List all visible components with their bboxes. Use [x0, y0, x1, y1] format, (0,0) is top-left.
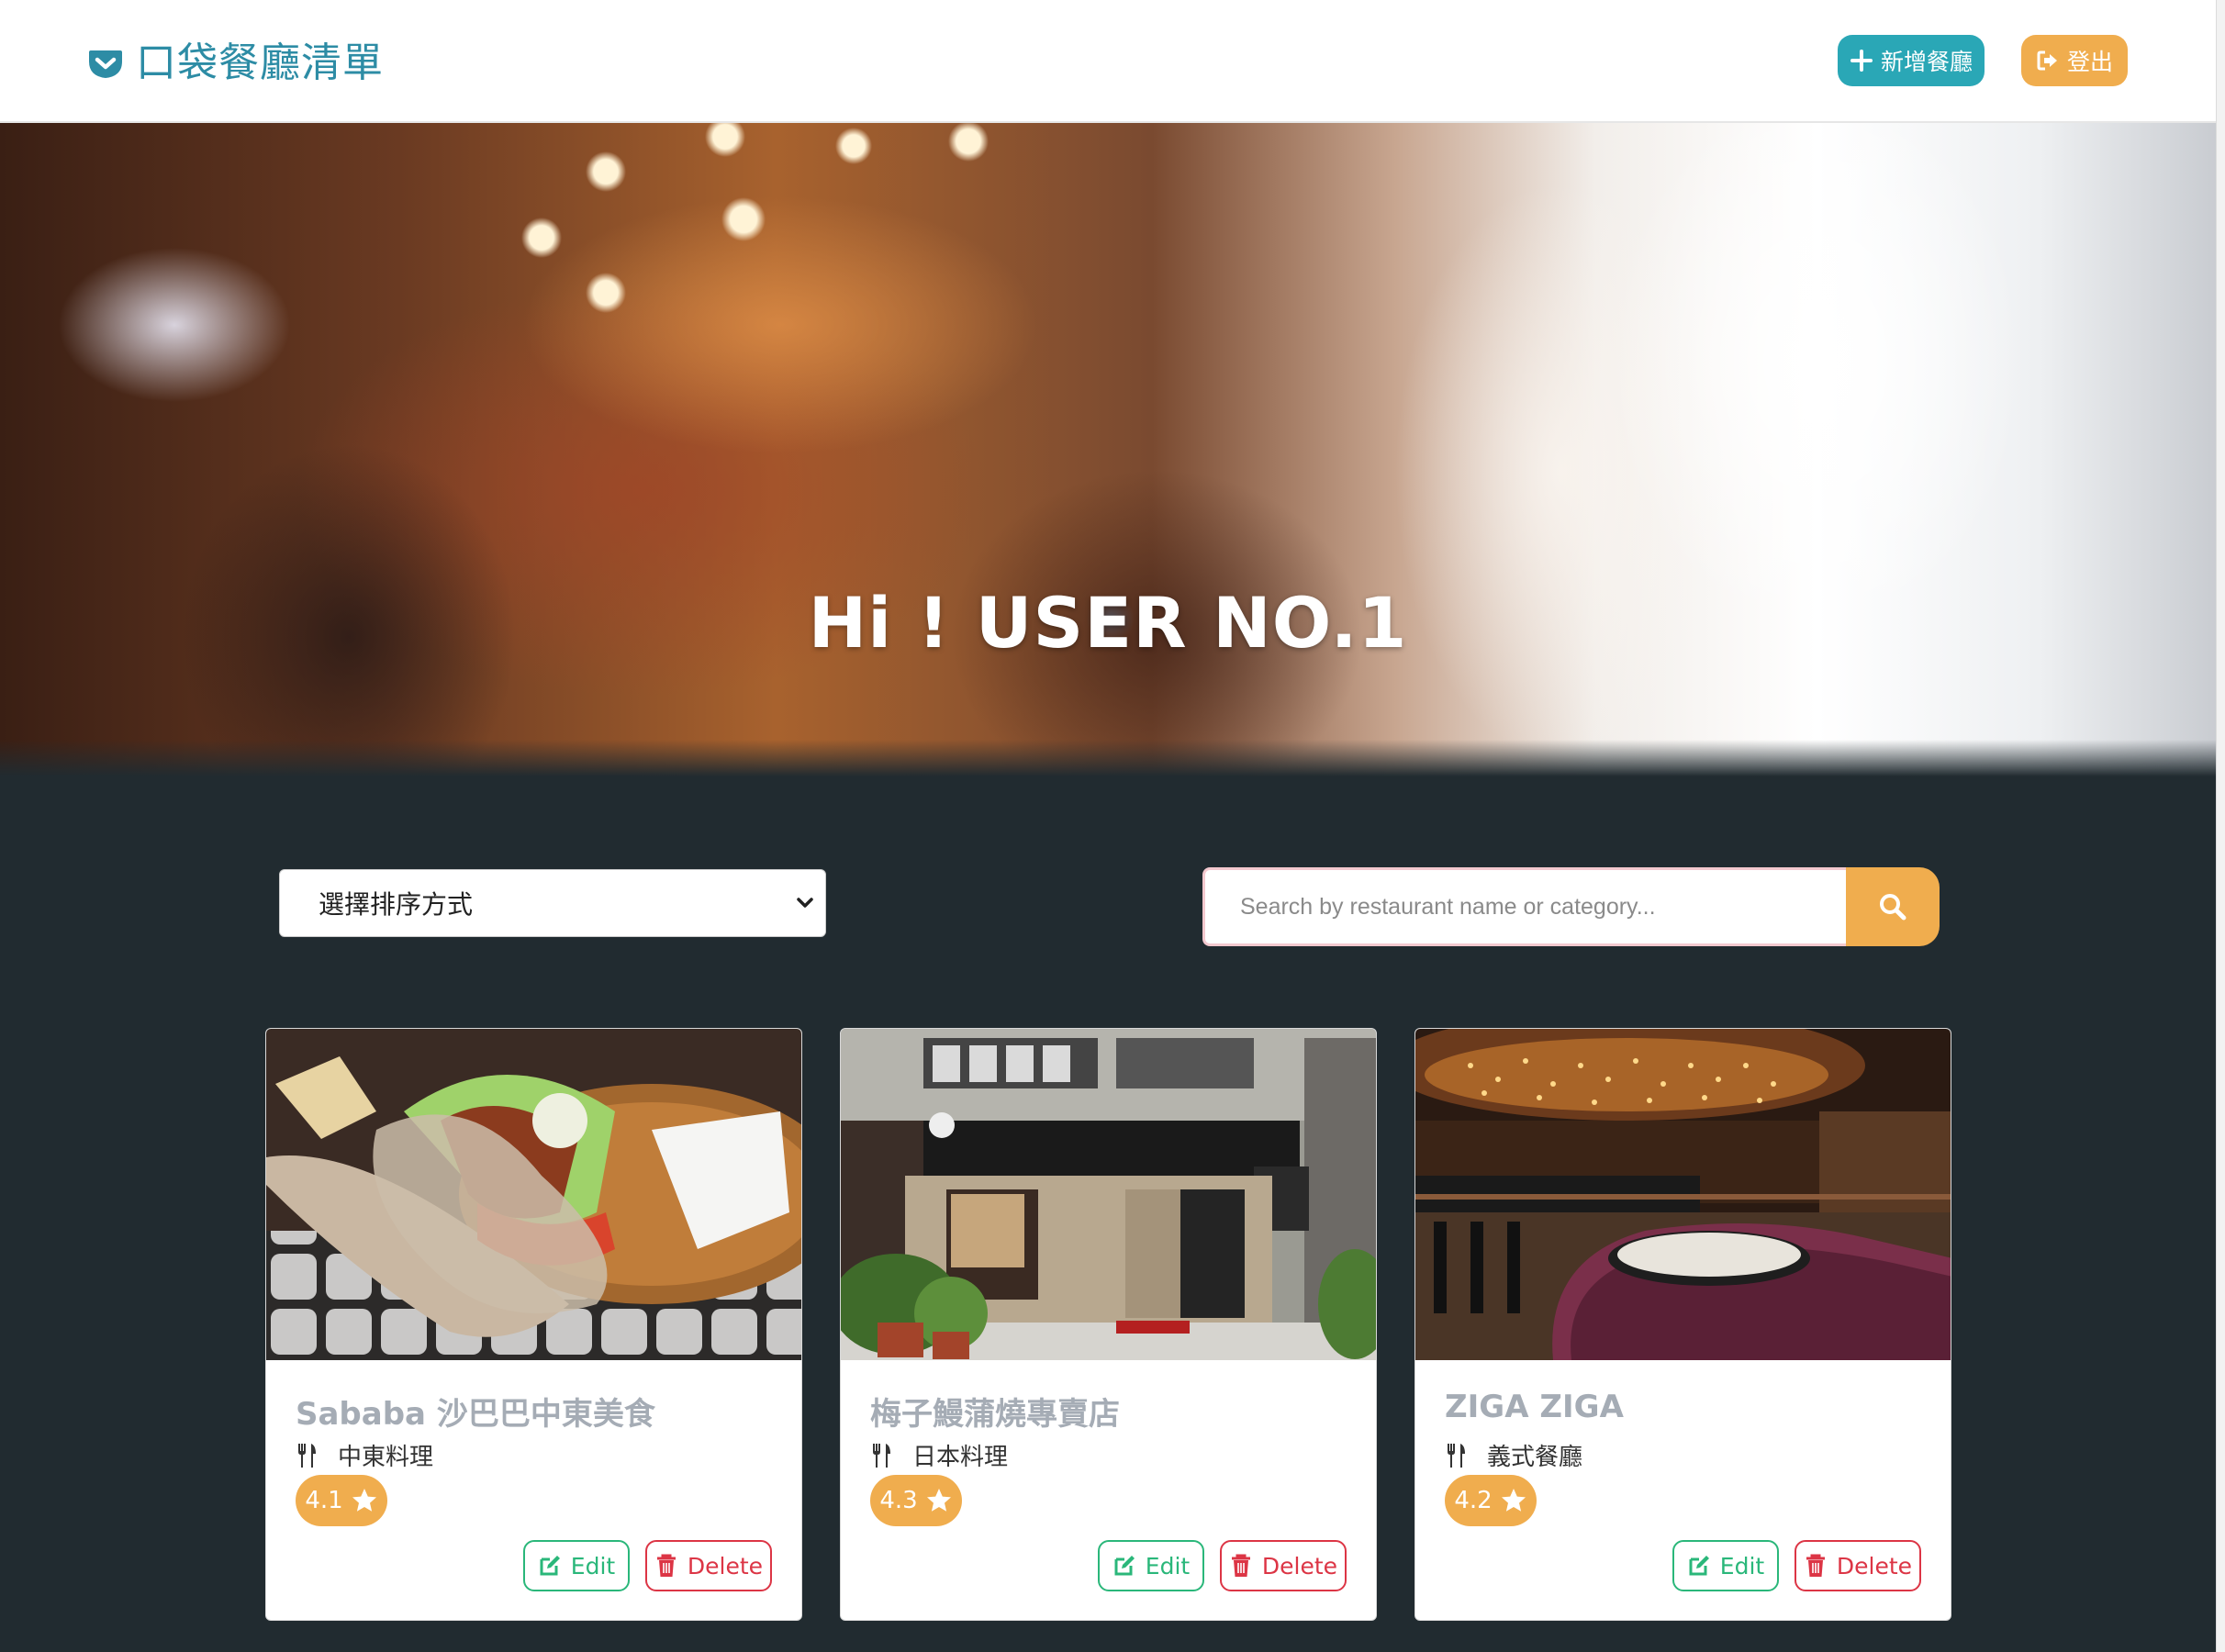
restaurant-photo[interactable]: [841, 1029, 1376, 1360]
sign-out-icon: [2037, 50, 2057, 71]
edit-button[interactable]: Edit: [1098, 1540, 1204, 1591]
rating-value: 4.1: [305, 1487, 343, 1514]
delete-label: Delete: [1261, 1552, 1338, 1579]
delete-label: Delete: [687, 1552, 764, 1579]
trash-icon: [1231, 1554, 1250, 1577]
add-restaurant-label: 新增餐廳: [1880, 49, 1973, 75]
rating-badge: 4.2: [1445, 1475, 1537, 1526]
star-icon: [926, 1489, 951, 1512]
search-button[interactable]: [1846, 867, 1940, 946]
trash-icon: [1806, 1554, 1825, 1577]
rating-badge: 4.1: [296, 1475, 387, 1526]
logout-button[interactable]: 登出: [2021, 35, 2128, 86]
restaurant-card[interactable]: 梅子鰻蒲燒專賣店 日本料理 4.3 Edit Delete: [840, 1028, 1377, 1621]
restaurant-photo[interactable]: [1415, 1029, 1951, 1360]
restaurant-card[interactable]: ZIGA ZIGA 義式餐廳 4.2 Edit Delete: [1414, 1028, 1951, 1621]
edit-icon: [540, 1556, 560, 1576]
utensils-icon: [1448, 1443, 1465, 1468]
delete-button[interactable]: Delete: [645, 1540, 772, 1591]
sort-select-value: 選擇排序方式: [319, 889, 474, 920]
hero-banner: Hi ! USER NO.1: [0, 123, 2216, 776]
brand-title: 口袋餐廳清單: [136, 39, 384, 86]
utensils-icon: [873, 1443, 890, 1468]
edit-icon: [1114, 1556, 1135, 1576]
sort-select[interactable]: 選擇排序方式: [279, 869, 826, 937]
star-icon: [352, 1489, 376, 1512]
restaurant-category-label: 義式餐廳: [1487, 1444, 1583, 1471]
delete-label: Delete: [1836, 1552, 1913, 1579]
rating-value: 4.3: [879, 1487, 918, 1514]
edit-label: Edit: [570, 1552, 616, 1579]
plus-icon: [1850, 50, 1873, 72]
navbar: 口袋餐廳清單 新增餐廳 登出: [0, 0, 2216, 123]
rating-value: 4.2: [1454, 1487, 1493, 1514]
scrollbar[interactable]: [2216, 0, 2225, 1652]
restaurant-category: 中東料理: [296, 1438, 433, 1472]
edit-icon: [1689, 1556, 1709, 1576]
edit-button[interactable]: Edit: [1672, 1540, 1779, 1591]
star-icon: [1501, 1489, 1526, 1512]
restaurant-card[interactable]: Sababa 沙巴巴中東美食 中東料理 4.1 Edit Delete: [265, 1028, 802, 1621]
search-bar: [1202, 867, 1940, 946]
chevron-down-icon: [797, 898, 813, 908]
restaurant-category: 義式餐廳: [1445, 1438, 1582, 1472]
edit-label: Edit: [1145, 1552, 1191, 1579]
hero-greeting: Hi ! USER NO.1: [808, 582, 1408, 664]
restaurant-category-label: 日本料理: [912, 1444, 1009, 1471]
search-icon: [1880, 894, 1906, 921]
utensils-icon: [298, 1443, 316, 1468]
restaurant-category-label: 中東料理: [338, 1444, 434, 1471]
restaurant-name: 梅子鰻蒲燒專賣店: [870, 1396, 1120, 1433]
pocket-icon: [88, 46, 123, 81]
logout-label: 登出: [2066, 49, 2113, 75]
restaurant-name: Sababa 沙巴巴中東美食: [296, 1396, 655, 1433]
restaurant-name: ZIGA ZIGA: [1445, 1389, 1624, 1425]
delete-button[interactable]: Delete: [1795, 1540, 1921, 1591]
edit-label: Edit: [1719, 1552, 1765, 1579]
add-restaurant-button[interactable]: 新增餐廳: [1838, 35, 1985, 86]
edit-button[interactable]: Edit: [523, 1540, 630, 1591]
search-input[interactable]: [1202, 867, 1846, 946]
delete-button[interactable]: Delete: [1220, 1540, 1347, 1591]
trash-icon: [656, 1554, 676, 1577]
brand-link[interactable]: 口袋餐廳清單: [88, 39, 384, 88]
rating-badge: 4.3: [870, 1475, 962, 1526]
restaurant-photo[interactable]: [266, 1029, 801, 1360]
restaurant-category: 日本料理: [870, 1438, 1008, 1472]
